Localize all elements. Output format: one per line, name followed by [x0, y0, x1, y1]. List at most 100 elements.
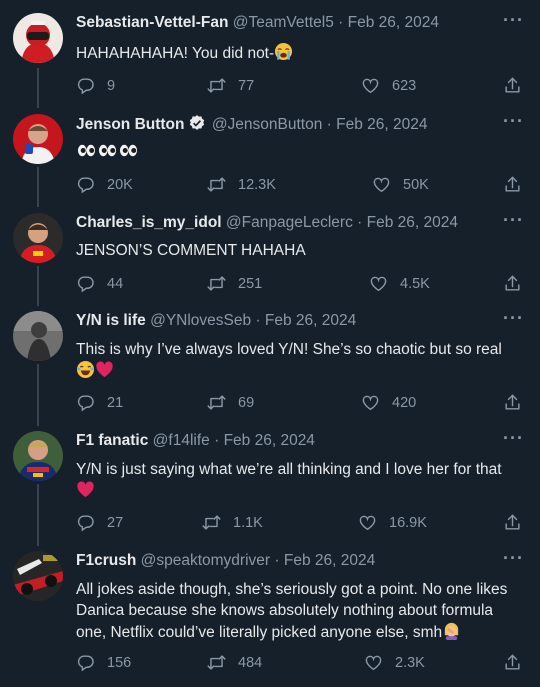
- tweet-text: All jokes aside though, she’s seriously …: [76, 579, 526, 643]
- author-handle[interactable]: @TeamVettel5: [233, 14, 334, 31]
- author-name[interactable]: Jenson Button: [76, 116, 185, 133]
- retweet-button[interactable]: 12.3K: [207, 175, 276, 194]
- author-name[interactable]: Y/N is life: [76, 312, 146, 329]
- reply-button[interactable]: 20K: [76, 175, 133, 194]
- reply-button[interactable]: 9: [76, 76, 115, 95]
- retweet-button[interactable]: 484: [207, 653, 262, 672]
- more-options-icon[interactable]: ···: [503, 11, 524, 29]
- avatar[interactable]: [13, 431, 63, 481]
- reply-icon: [76, 513, 95, 532]
- like-button[interactable]: 2.3K: [364, 653, 425, 672]
- tweet-text: HAHAHAHAHA! You did not-: [76, 42, 526, 64]
- tears-of-joy-icon: [76, 360, 95, 379]
- heart-icon: [364, 653, 383, 672]
- tweet[interactable]: Sebastian-Vettel-Fan @TeamVettel5 · Feb …: [0, 11, 540, 109]
- tweet-text-content: Y/N is just saying what we’re all thinki…: [76, 461, 502, 478]
- tweet-date[interactable]: Feb 26, 2024: [265, 312, 356, 329]
- eyes-icon: [97, 141, 118, 160]
- retweet-count: 251: [238, 275, 263, 292]
- reply-icon: [76, 175, 95, 194]
- tweet[interactable]: Charles_is_my_idol @FanpageLeclerc · Feb…: [0, 211, 540, 309]
- tweet-date[interactable]: Feb 26, 2024: [224, 432, 315, 449]
- author-handle[interactable]: @f14life: [153, 432, 210, 449]
- retweet-button[interactable]: 251: [207, 274, 262, 293]
- share-button[interactable]: [503, 393, 522, 417]
- tweet-actions: 21 69 420: [76, 393, 526, 415]
- tweet-date[interactable]: Feb 26, 2024: [367, 214, 458, 231]
- author-handle[interactable]: @JensonButton: [212, 116, 323, 133]
- tweet[interactable]: Y/N is life @YNlovesSeb · Feb 26, 2024 ·…: [0, 309, 540, 427]
- like-button[interactable]: 4.5K: [369, 274, 430, 293]
- like-button[interactable]: 623: [361, 76, 416, 95]
- like-button[interactable]: 16.9K: [358, 513, 427, 532]
- red-heart-icon: [76, 480, 95, 499]
- tweet-text: [76, 141, 526, 163]
- reply-button[interactable]: 27: [76, 513, 123, 532]
- like-button[interactable]: 50K: [372, 175, 429, 194]
- separator: ·: [255, 312, 261, 329]
- tweet-actions: 156 484 2.3K: [76, 653, 526, 675]
- heart-icon: [369, 274, 388, 293]
- tweet-actions: 9 77 623: [76, 76, 526, 98]
- avatar[interactable]: [13, 551, 63, 601]
- share-button[interactable]: [503, 513, 522, 537]
- separator: ·: [338, 14, 344, 31]
- share-button[interactable]: [503, 653, 522, 677]
- tweet-date[interactable]: Feb 26, 2024: [284, 552, 375, 569]
- more-options-icon[interactable]: ···: [503, 211, 524, 229]
- like-count: 50K: [403, 176, 429, 193]
- more-options-icon[interactable]: ···: [503, 112, 524, 130]
- tweet[interactable]: F1 fanatic @f14life · Feb 26, 2024 ··· Y…: [0, 429, 540, 547]
- author-name[interactable]: Sebastian-Vettel-Fan: [76, 14, 228, 31]
- author-handle[interactable]: @speaktomydriver: [141, 552, 270, 569]
- like-count: 2.3K: [395, 654, 425, 671]
- like-button[interactable]: 420: [361, 393, 416, 412]
- more-options-icon[interactable]: ···: [503, 429, 524, 447]
- eyes-icon: [118, 141, 139, 160]
- heart-icon: [361, 76, 380, 95]
- reply-button[interactable]: 44: [76, 274, 123, 293]
- more-options-icon[interactable]: ···: [503, 309, 524, 327]
- share-icon: [503, 76, 522, 95]
- author-name[interactable]: Charles_is_my_idol: [76, 214, 222, 231]
- tweet[interactable]: Jenson Button @JensonButton · Feb 26, 20…: [0, 112, 540, 210]
- tweet-actions: 44 251 4.5K: [76, 274, 526, 296]
- author-name[interactable]: F1 fanatic: [76, 432, 148, 449]
- retweet-icon: [207, 393, 226, 412]
- author-name[interactable]: F1crush: [76, 552, 136, 569]
- avatar[interactable]: [13, 114, 63, 164]
- avatar[interactable]: [13, 13, 63, 63]
- retweet-button[interactable]: 1.1K: [202, 513, 263, 532]
- retweet-button[interactable]: 77: [207, 76, 254, 95]
- share-icon: [503, 513, 522, 532]
- reply-count: 9: [107, 77, 116, 94]
- tweet-text: This is why I’ve always loved Y/N! She’s…: [76, 339, 526, 382]
- reply-button[interactable]: 156: [76, 653, 131, 672]
- tweet-date[interactable]: Feb 26, 2024: [336, 116, 427, 133]
- tweet-header: Charles_is_my_idol @FanpageLeclerc · Feb…: [76, 213, 500, 233]
- retweet-count: 69: [238, 394, 255, 411]
- red-heart-icon: [95, 360, 114, 379]
- more-options-icon[interactable]: ···: [503, 549, 524, 567]
- author-handle[interactable]: @FanpageLeclerc: [226, 214, 353, 231]
- retweet-button[interactable]: 69: [207, 393, 254, 412]
- retweet-icon: [202, 513, 221, 532]
- like-count: 623: [392, 77, 417, 94]
- avatar[interactable]: [13, 311, 63, 361]
- avatar[interactable]: [13, 213, 63, 263]
- verified-badge-icon: [189, 115, 204, 130]
- tweet-text-content: JENSON’S COMMENT HAHAHA: [76, 242, 306, 259]
- like-count: 16.9K: [389, 514, 427, 531]
- share-button[interactable]: [503, 76, 522, 100]
- tweet[interactable]: F1crush @speaktomydriver · Feb 26, 2024 …: [0, 549, 540, 681]
- reply-icon: [76, 653, 95, 672]
- tweet-text-content: This is why I’ve always loved Y/N! She’s…: [76, 341, 502, 358]
- share-button[interactable]: [503, 175, 522, 199]
- retweet-count: 77: [238, 77, 255, 94]
- tweet-header: Sebastian-Vettel-Fan @TeamVettel5 · Feb …: [76, 13, 500, 33]
- tweet-date[interactable]: Feb 26, 2024: [348, 14, 439, 31]
- share-button[interactable]: [503, 274, 522, 298]
- retweet-count: 1.1K: [233, 514, 263, 531]
- author-handle[interactable]: @YNlovesSeb: [150, 312, 251, 329]
- reply-button[interactable]: 21: [76, 393, 123, 412]
